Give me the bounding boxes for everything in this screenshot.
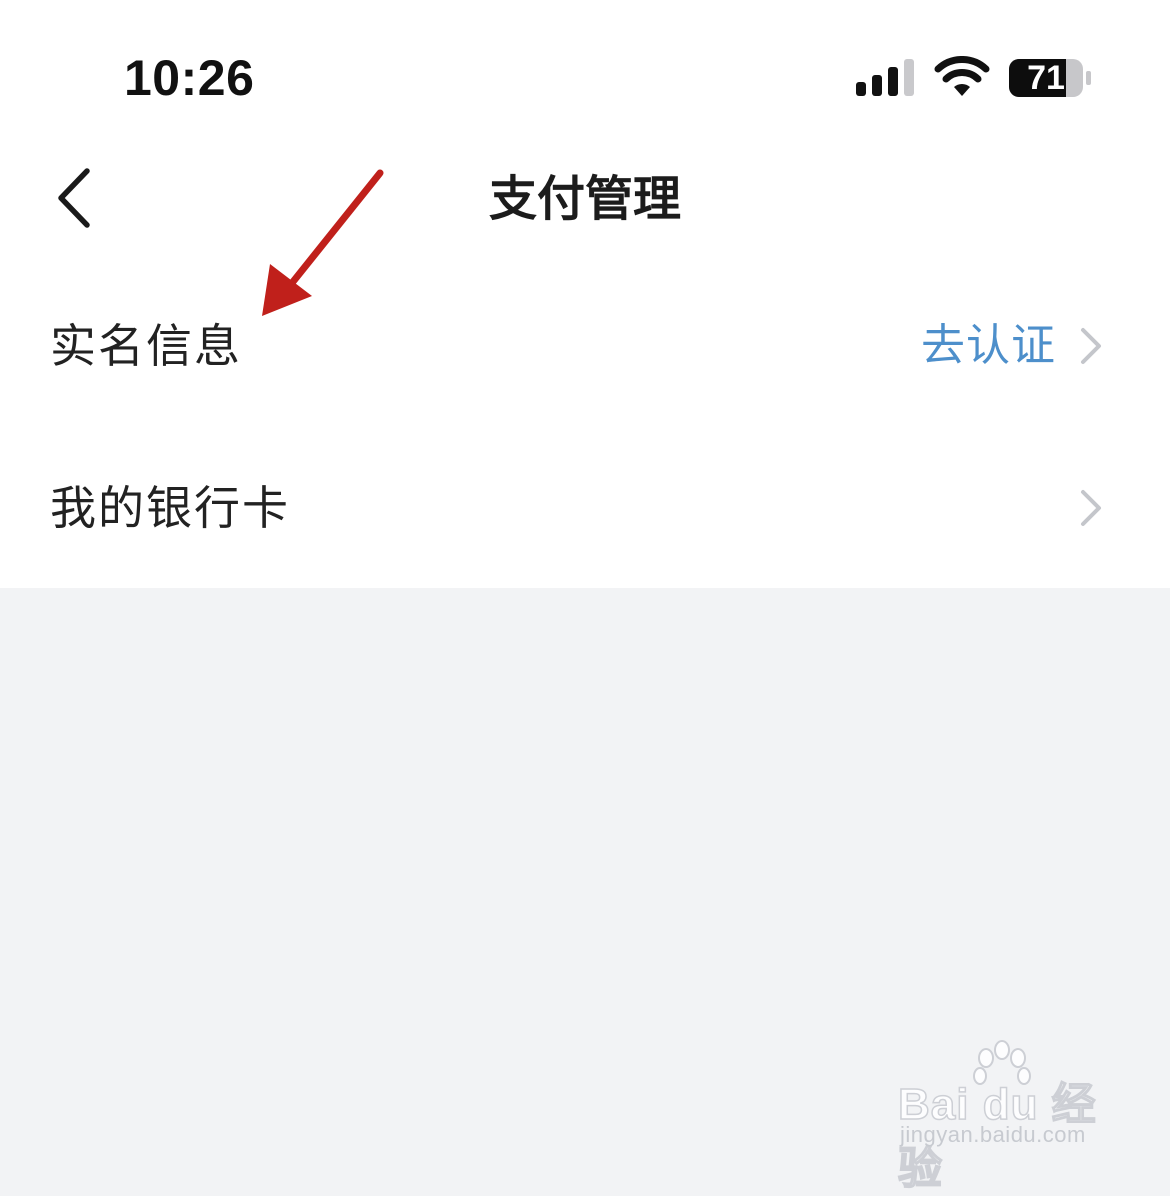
battery-level: 71 — [1027, 59, 1065, 97]
page-title: 支付管理 — [488, 171, 681, 227]
verify-link[interactable]: 去认证 — [921, 276, 1056, 416]
paw-icon — [973, 1040, 1031, 1085]
status-time: 10:26 — [124, 50, 255, 106]
baidu-watermark: Bai du 经验 jingyan.baidu.com — [890, 1040, 1120, 1194]
content-surface: 10:26 71 支付管理 实名信息 去认证 我的银行卡 — [0, 0, 1170, 588]
chevron-left-icon — [58, 168, 90, 228]
chevron-right-icon — [1081, 490, 1101, 526]
list-item-label: 实名信息 — [50, 319, 242, 373]
wifi-icon — [934, 56, 990, 96]
list-item-real-name-info[interactable]: 实名信息 去认证 — [0, 276, 1170, 416]
list-item-my-bank-cards[interactable]: 我的银行卡 — [0, 438, 1170, 578]
list-item-label: 我的银行卡 — [50, 481, 290, 535]
watermark-url: jingyan.baidu.com — [900, 1122, 1086, 1147]
chevron-right-icon — [1081, 328, 1101, 364]
signal-icon — [856, 59, 914, 96]
back-button[interactable] — [40, 160, 110, 236]
